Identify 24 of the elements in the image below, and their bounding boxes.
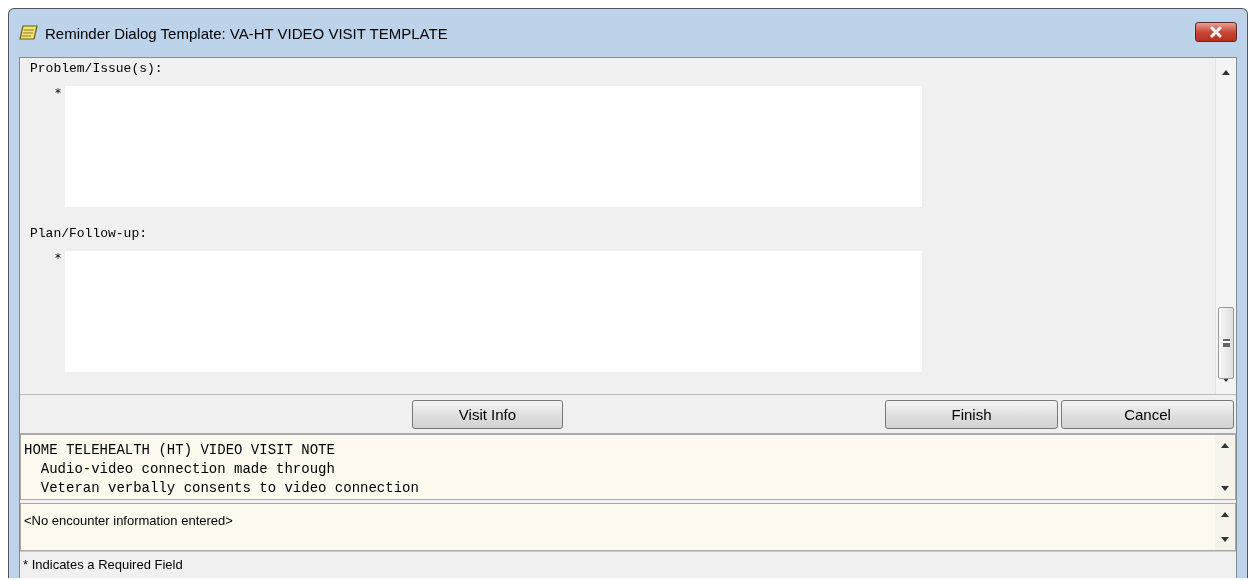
status-text: * Indicates a Required Field bbox=[23, 556, 183, 572]
scrollbar[interactable] bbox=[1215, 58, 1236, 394]
section-label: Plan/Follow-up: bbox=[30, 225, 149, 243]
dialog-button[interactable]: Finish bbox=[885, 399, 1058, 429]
scroll-down-icon[interactable] bbox=[1222, 377, 1230, 382]
close-button[interactable] bbox=[1195, 22, 1237, 42]
note-line: HOME TELEHEALTH (HT) VIDEO VISIT NOTE bbox=[24, 441, 336, 460]
scroll-up-icon[interactable] bbox=[1221, 443, 1229, 448]
note-line: Veteran verbally consents to video connection bbox=[39, 479, 420, 498]
section-label: Problem/Issue(s): bbox=[30, 60, 164, 78]
required-mark: * bbox=[55, 86, 62, 102]
window-title: Reminder Dialog Template: VA-HT VIDEO VISIT TEMPLATE bbox=[45, 24, 449, 42]
notepad-icon bbox=[19, 24, 39, 42]
dialog-button[interactable]: Cancel bbox=[1061, 399, 1234, 429]
encounter-text: <No encounter information entered> bbox=[24, 513, 233, 528]
visit-info-button[interactable]: Visit Info bbox=[412, 399, 563, 429]
scrollbar-thumb[interactable] bbox=[1218, 307, 1234, 379]
scroll-down-icon[interactable] bbox=[1221, 486, 1229, 491]
scroll-up-icon[interactable] bbox=[1222, 70, 1230, 75]
close-icon bbox=[1208, 26, 1224, 38]
note-line: Audio-video connection made through bbox=[39, 460, 336, 479]
required-mark: * bbox=[55, 251, 62, 267]
scroll-up-icon[interactable] bbox=[1221, 512, 1229, 517]
scroll-down-icon[interactable] bbox=[1221, 537, 1229, 542]
